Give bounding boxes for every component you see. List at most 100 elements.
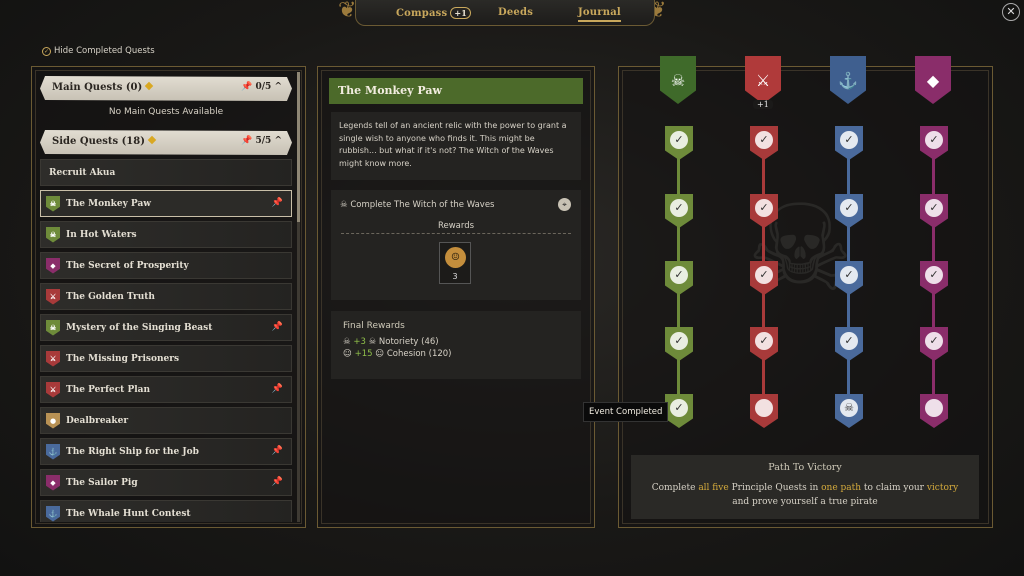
- skull-icon: ☠: [343, 337, 351, 347]
- location-pin-icon[interactable]: ⌖: [558, 198, 571, 211]
- quest-row[interactable]: ◆ The Sailor Pig 📌: [40, 469, 292, 496]
- quest-name: Dealbreaker: [66, 415, 129, 426]
- checkmark-icon: ✓: [925, 199, 943, 217]
- quest-name: Mystery of the Singing Beast: [66, 322, 213, 333]
- quest-name: The Monkey Paw: [66, 198, 152, 209]
- anchor-icon: ⚓: [46, 505, 60, 522]
- main-quests-label: Main Quests: [52, 82, 123, 93]
- path-to-victory-text: Complete all five Principle Quests in on…: [631, 481, 979, 509]
- anchor-icon: ⚓: [838, 70, 858, 90]
- skull-icon: ☠: [46, 195, 60, 212]
- highlight-victory: victory: [926, 483, 959, 493]
- text-part: Complete: [651, 483, 699, 493]
- pin-icon[interactable]: 📌: [272, 198, 283, 208]
- quest-name: The Missing Prisoners: [66, 353, 180, 364]
- pin-icon[interactable]: 📌: [272, 446, 283, 456]
- checkmark-icon: ✓: [755, 266, 773, 284]
- reward-count: 3: [452, 272, 458, 281]
- checkmark-icon: ✓: [755, 199, 773, 217]
- reward-amount: +15: [354, 349, 373, 359]
- quest-name: The Secret of Prosperity: [66, 260, 189, 271]
- main-quests-pins: 📌 0/5 ^: [241, 82, 282, 92]
- checkmark-icon: ✓: [670, 266, 688, 284]
- close-button[interactable]: ✕: [1002, 3, 1020, 21]
- quest-row-monkey-paw[interactable]: ☠ The Monkey Paw 📌: [40, 190, 292, 217]
- tab-compass-label: Compass: [396, 8, 448, 19]
- final-reward-cohesion: ☺ +15 ☺ Cohesion (120): [343, 349, 569, 359]
- checkmark-icon: ✓: [670, 131, 688, 149]
- coin-icon: ●: [46, 412, 60, 429]
- quest-row[interactable]: ⚓ The Right Ship for the Job 📌: [40, 438, 292, 465]
- scrollbar-thumb[interactable]: [297, 72, 300, 222]
- gem-icon: ◆: [46, 474, 60, 491]
- quest-row[interactable]: ☠ In Hot Waters: [40, 221, 292, 248]
- quest-name: The Golden Truth: [66, 291, 155, 302]
- quest-row[interactable]: ⚔ The Missing Prisoners: [40, 345, 292, 372]
- ornament-left: ❦: [338, 0, 357, 23]
- crossed-swords-icon: ⚔: [46, 350, 60, 367]
- quest-row-recruit-akua[interactable]: Recruit Akua: [40, 159, 292, 186]
- skull-icon: ☠: [340, 200, 348, 210]
- pin-icon[interactable]: 📌: [272, 384, 283, 394]
- main-quests-header[interactable]: Main Quests (0) 📌 0/5 ^: [40, 76, 292, 101]
- quest-row[interactable]: ⚔ The Perfect Plan 📌: [40, 376, 292, 403]
- top-nav: Compass +1 Deeds Journal: [355, 0, 655, 26]
- anchor-icon: ⚓: [46, 443, 60, 460]
- quest-name: The Perfect Plan: [66, 384, 151, 395]
- hide-completed-label: Hide Completed Quests: [54, 46, 155, 56]
- pin-icon[interactable]: 📌: [272, 322, 283, 332]
- no-main-quests-text: No Main Quests Available: [108, 107, 224, 117]
- side-quests-pins: 📌 5/5 ^: [241, 136, 282, 146]
- chevron-up-icon: ^: [274, 82, 282, 92]
- tab-deeds-label: Deeds: [498, 7, 534, 18]
- divider: [341, 233, 571, 234]
- quest-name: The Whale Hunt Contest: [66, 508, 191, 519]
- main-quests-pinned: 0/5: [255, 82, 272, 92]
- pin-icon: 📌: [241, 136, 253, 146]
- blank-circle-icon: [755, 399, 773, 417]
- gem-icon: ◆: [46, 257, 60, 274]
- diamond-icon: [144, 81, 154, 91]
- diamond-icon: [147, 135, 157, 145]
- tab-compass[interactable]: Compass +1: [396, 7, 472, 19]
- checkmark-icon: ✓: [840, 131, 858, 149]
- quest-row[interactable]: ⚔ The Golden Truth: [40, 283, 292, 310]
- quest-description: Legends tell of an ancient relic with th…: [331, 112, 581, 180]
- reward-amount: +3: [353, 337, 366, 347]
- path-to-victory-title: Path To Victory: [768, 462, 842, 473]
- pin-icon[interactable]: 📌: [272, 477, 283, 487]
- quest-row[interactable]: ◆ The Secret of Prosperity: [40, 252, 292, 279]
- hide-completed-toggle[interactable]: ✓ Hide Completed Quests: [42, 46, 155, 56]
- coin-icon: ☺: [375, 349, 385, 359]
- text-part: to claim your: [861, 483, 927, 493]
- gem-icon: ◆: [926, 70, 940, 90]
- reward-label: Notoriety (46): [378, 337, 439, 347]
- checkmark-icon: ✓: [755, 131, 773, 149]
- quest-row[interactable]: ⚓ The Whale Hunt Contest: [40, 500, 292, 522]
- quest-row[interactable]: ☠ Mystery of the Singing Beast 📌: [40, 314, 292, 341]
- swords-path-badge: +1: [753, 100, 773, 109]
- tab-journal[interactable]: Journal: [578, 7, 621, 22]
- quest-row[interactable]: ● Dealbreaker: [40, 407, 292, 434]
- final-rewards-card: Final Rewards ☠ +3 ☠ Notoriety (46) ☺ +1…: [331, 311, 581, 379]
- crossed-swords-icon: ⚔: [46, 381, 60, 398]
- quest-list-scrollbar[interactable]: [297, 72, 300, 522]
- objective-line: ☠ Complete The Witch of the Waves: [340, 200, 494, 210]
- close-icon: ✕: [1006, 5, 1016, 18]
- main-quests-count: (0): [125, 82, 143, 93]
- quest-title: The Monkey Paw: [329, 78, 583, 104]
- objective-card: ☠ Complete The Witch of the Waves ⌖ Rewa…: [331, 190, 581, 300]
- checkmark-icon: ✓: [840, 266, 858, 284]
- side-quests-label: Side Quests: [52, 136, 119, 147]
- reward-item[interactable]: ☺ 3: [439, 242, 471, 284]
- skull-icon: ☠: [368, 337, 377, 347]
- side-quests-header[interactable]: Side Quests (18) 📌 5/5 ^: [40, 130, 292, 155]
- tab-deeds[interactable]: Deeds: [498, 7, 533, 18]
- crossed-swords-icon: ⚔: [755, 70, 771, 90]
- event-completed-tooltip: Event Completed: [583, 402, 669, 422]
- checkmark-icon: ✓: [925, 131, 943, 149]
- final-reward-notoriety: ☠ +3 ☠ Notoriety (46): [343, 337, 569, 347]
- skull-icon: ☠: [46, 226, 60, 243]
- rewards-label: Rewards: [437, 221, 475, 231]
- pin-icon: 📌: [241, 82, 253, 92]
